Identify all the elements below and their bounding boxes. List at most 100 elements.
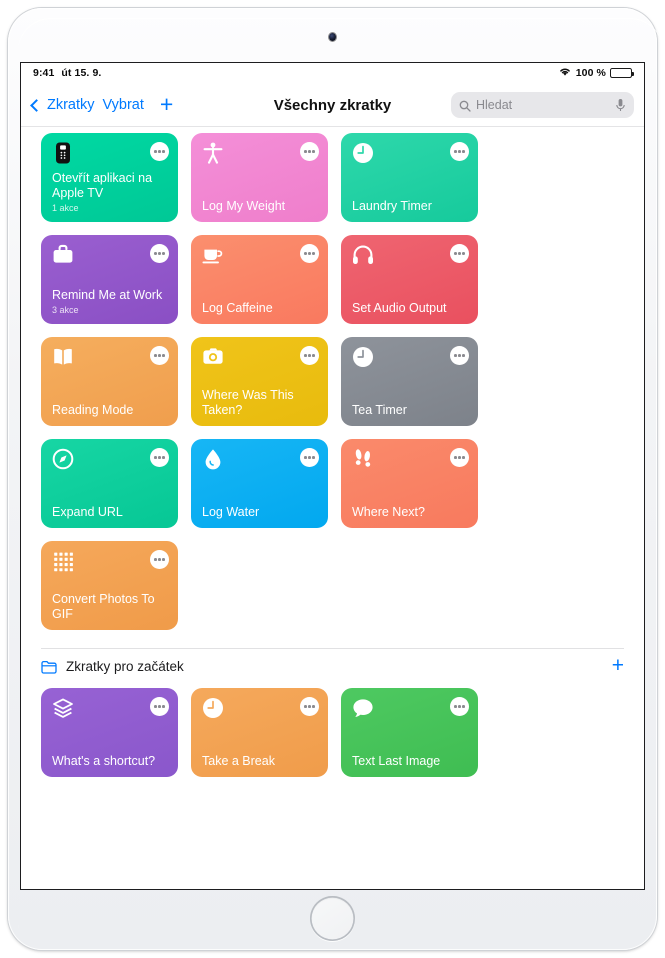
footsteps-icon xyxy=(352,448,374,470)
shortcut-text-block: Convert Photos To GIF xyxy=(52,592,169,622)
shortcut-text-block: Text Last Image xyxy=(352,754,469,769)
shortcut-tile[interactable]: Text Last Image xyxy=(341,688,478,777)
starter-section-header: Zkratky pro začátek + xyxy=(41,648,624,682)
status-time: 9:41 xyxy=(33,67,55,79)
select-button[interactable]: Vybrat xyxy=(103,97,144,113)
shortcut-tile[interactable]: Laundry Timer xyxy=(341,133,478,222)
more-options-button[interactable] xyxy=(300,244,319,263)
shortcut-text-block: What's a shortcut? xyxy=(52,754,169,769)
shortcut-text-block: Remind Me at Work 3 akce xyxy=(52,288,169,316)
battery-full-icon xyxy=(610,68,635,78)
shortcut-text-block: Expand URL xyxy=(52,505,169,520)
shortcut-name: Where Was This Taken? xyxy=(202,388,294,417)
more-options-button[interactable] xyxy=(150,244,169,263)
clock-icon xyxy=(352,346,374,368)
more-options-button[interactable] xyxy=(150,448,169,467)
shortcut-text-block: Where Was This Taken? xyxy=(202,388,319,418)
more-options-button[interactable] xyxy=(150,142,169,161)
more-options-button[interactable] xyxy=(450,697,469,716)
shortcut-tile[interactable]: Where Next? xyxy=(341,439,478,528)
shortcut-text-block: Log My Weight xyxy=(202,199,319,214)
shortcut-name: Log My Weight xyxy=(202,199,286,213)
shortcut-text-block: Log Water xyxy=(202,505,319,520)
home-button[interactable] xyxy=(310,896,355,941)
more-options-button[interactable] xyxy=(450,244,469,263)
back-button-label[interactable]: Zkratky xyxy=(47,97,95,113)
grid-dots-icon xyxy=(52,550,74,572)
shortcut-subtitle: 3 akce xyxy=(52,305,79,315)
shortcut-name: Convert Photos To GIF xyxy=(52,592,155,621)
shortcut-name: Text Last Image xyxy=(352,754,441,768)
safari-compass-icon xyxy=(52,448,74,470)
shortcut-name: Laundry Timer xyxy=(352,199,432,213)
shortcut-tile[interactable]: Take a Break xyxy=(191,688,328,777)
apple-tv-remote-icon xyxy=(52,142,74,164)
shortcut-name: Where Next? xyxy=(352,505,425,519)
search-icon xyxy=(459,99,471,112)
more-options-button[interactable] xyxy=(450,142,469,161)
water-drop-icon xyxy=(202,448,224,470)
add-starter-shortcut-button[interactable]: + xyxy=(612,655,624,676)
status-bar-right: 100 % xyxy=(558,66,635,80)
shortcut-tile[interactable]: Reading Mode xyxy=(41,337,178,426)
camera-icon xyxy=(202,346,224,368)
more-options-button[interactable] xyxy=(300,346,319,365)
more-options-button[interactable] xyxy=(150,346,169,365)
shortcuts-content: Otevřít aplikaci na Apple TV 1 akce Log My… xyxy=(21,127,644,889)
front-camera-icon xyxy=(329,33,336,41)
folder-icon xyxy=(41,660,57,674)
briefcase-icon xyxy=(52,244,74,266)
clock-icon xyxy=(202,697,224,719)
shortcut-tile[interactable]: What's a shortcut? xyxy=(41,688,178,777)
shortcut-name: Take a Break xyxy=(202,754,275,768)
nav-left-group: Zkratky Vybrat + xyxy=(30,83,173,127)
person-accessibility-icon xyxy=(202,142,224,164)
more-options-button[interactable] xyxy=(300,142,319,161)
status-bar-left: 9:41 út 15. 9. xyxy=(33,67,101,79)
more-options-button[interactable] xyxy=(450,346,469,365)
shortcut-text-block: Set Audio Output xyxy=(352,301,469,316)
shortcut-tile[interactable]: Where Was This Taken? xyxy=(191,337,328,426)
more-options-button[interactable] xyxy=(300,697,319,716)
more-options-button[interactable] xyxy=(150,697,169,716)
shortcut-name: Log Water xyxy=(202,505,260,519)
shortcut-text-block: Reading Mode xyxy=(52,403,169,418)
chat-bubble-icon xyxy=(352,697,374,719)
open-book-icon xyxy=(52,346,74,368)
status-bar: 9:41 út 15. 9. 100 % xyxy=(21,63,644,83)
shortcut-name: Set Audio Output xyxy=(352,301,447,315)
navigation-bar: Zkratky Vybrat + Všechny zkratky Hledat xyxy=(21,83,644,127)
more-options-button[interactable] xyxy=(300,448,319,467)
more-options-button[interactable] xyxy=(150,550,169,569)
shortcut-text-block: Tea Timer xyxy=(352,403,469,418)
chevron-left-icon[interactable] xyxy=(30,98,43,112)
search-placeholder: Hledat xyxy=(476,98,513,112)
shortcut-tile[interactable]: Log Water xyxy=(191,439,328,528)
battery-percent-label: 100 % xyxy=(575,67,606,79)
all-shortcuts-grid: Otevřít aplikaci na Apple TV 1 akce Log My… xyxy=(21,127,644,630)
shortcut-subtitle: 1 akce xyxy=(52,203,79,213)
search-input[interactable]: Hledat xyxy=(451,92,634,118)
shortcut-tile[interactable]: Otevřít aplikaci na Apple TV 1 akce xyxy=(41,133,178,222)
shortcut-text-block: Take a Break xyxy=(202,754,319,769)
shortcut-tile[interactable]: Log My Weight xyxy=(191,133,328,222)
shortcut-tile[interactable]: Expand URL xyxy=(41,439,178,528)
add-shortcut-button[interactable]: + xyxy=(160,92,173,116)
headphones-icon xyxy=(352,244,374,266)
shortcut-text-block: Where Next? xyxy=(352,505,469,520)
shortcut-tile[interactable]: Remind Me at Work 3 akce xyxy=(41,235,178,324)
shortcut-tile[interactable]: Tea Timer xyxy=(341,337,478,426)
ipad-screen: 9:41 út 15. 9. 100 % Zkratky Vybrat + Vš… xyxy=(21,63,644,889)
shortcut-tile[interactable]: Set Audio Output xyxy=(341,235,478,324)
more-options-button[interactable] xyxy=(450,448,469,467)
coffee-cup-icon xyxy=(202,244,224,266)
shortcut-name: What's a shortcut? xyxy=(52,754,156,768)
shortcut-name: Log Caffeine xyxy=(202,301,273,315)
shortcut-text-block: Log Caffeine xyxy=(202,301,319,316)
shortcut-tile[interactable]: Convert Photos To GIF xyxy=(41,541,178,630)
shortcut-text-block: Otevřít aplikaci na Apple TV 1 akce xyxy=(52,171,169,214)
shortcut-text-block: Laundry Timer xyxy=(352,199,469,214)
status-date: út 15. 9. xyxy=(61,67,102,79)
shortcut-tile[interactable]: Log Caffeine xyxy=(191,235,328,324)
microphone-icon[interactable] xyxy=(615,98,626,112)
